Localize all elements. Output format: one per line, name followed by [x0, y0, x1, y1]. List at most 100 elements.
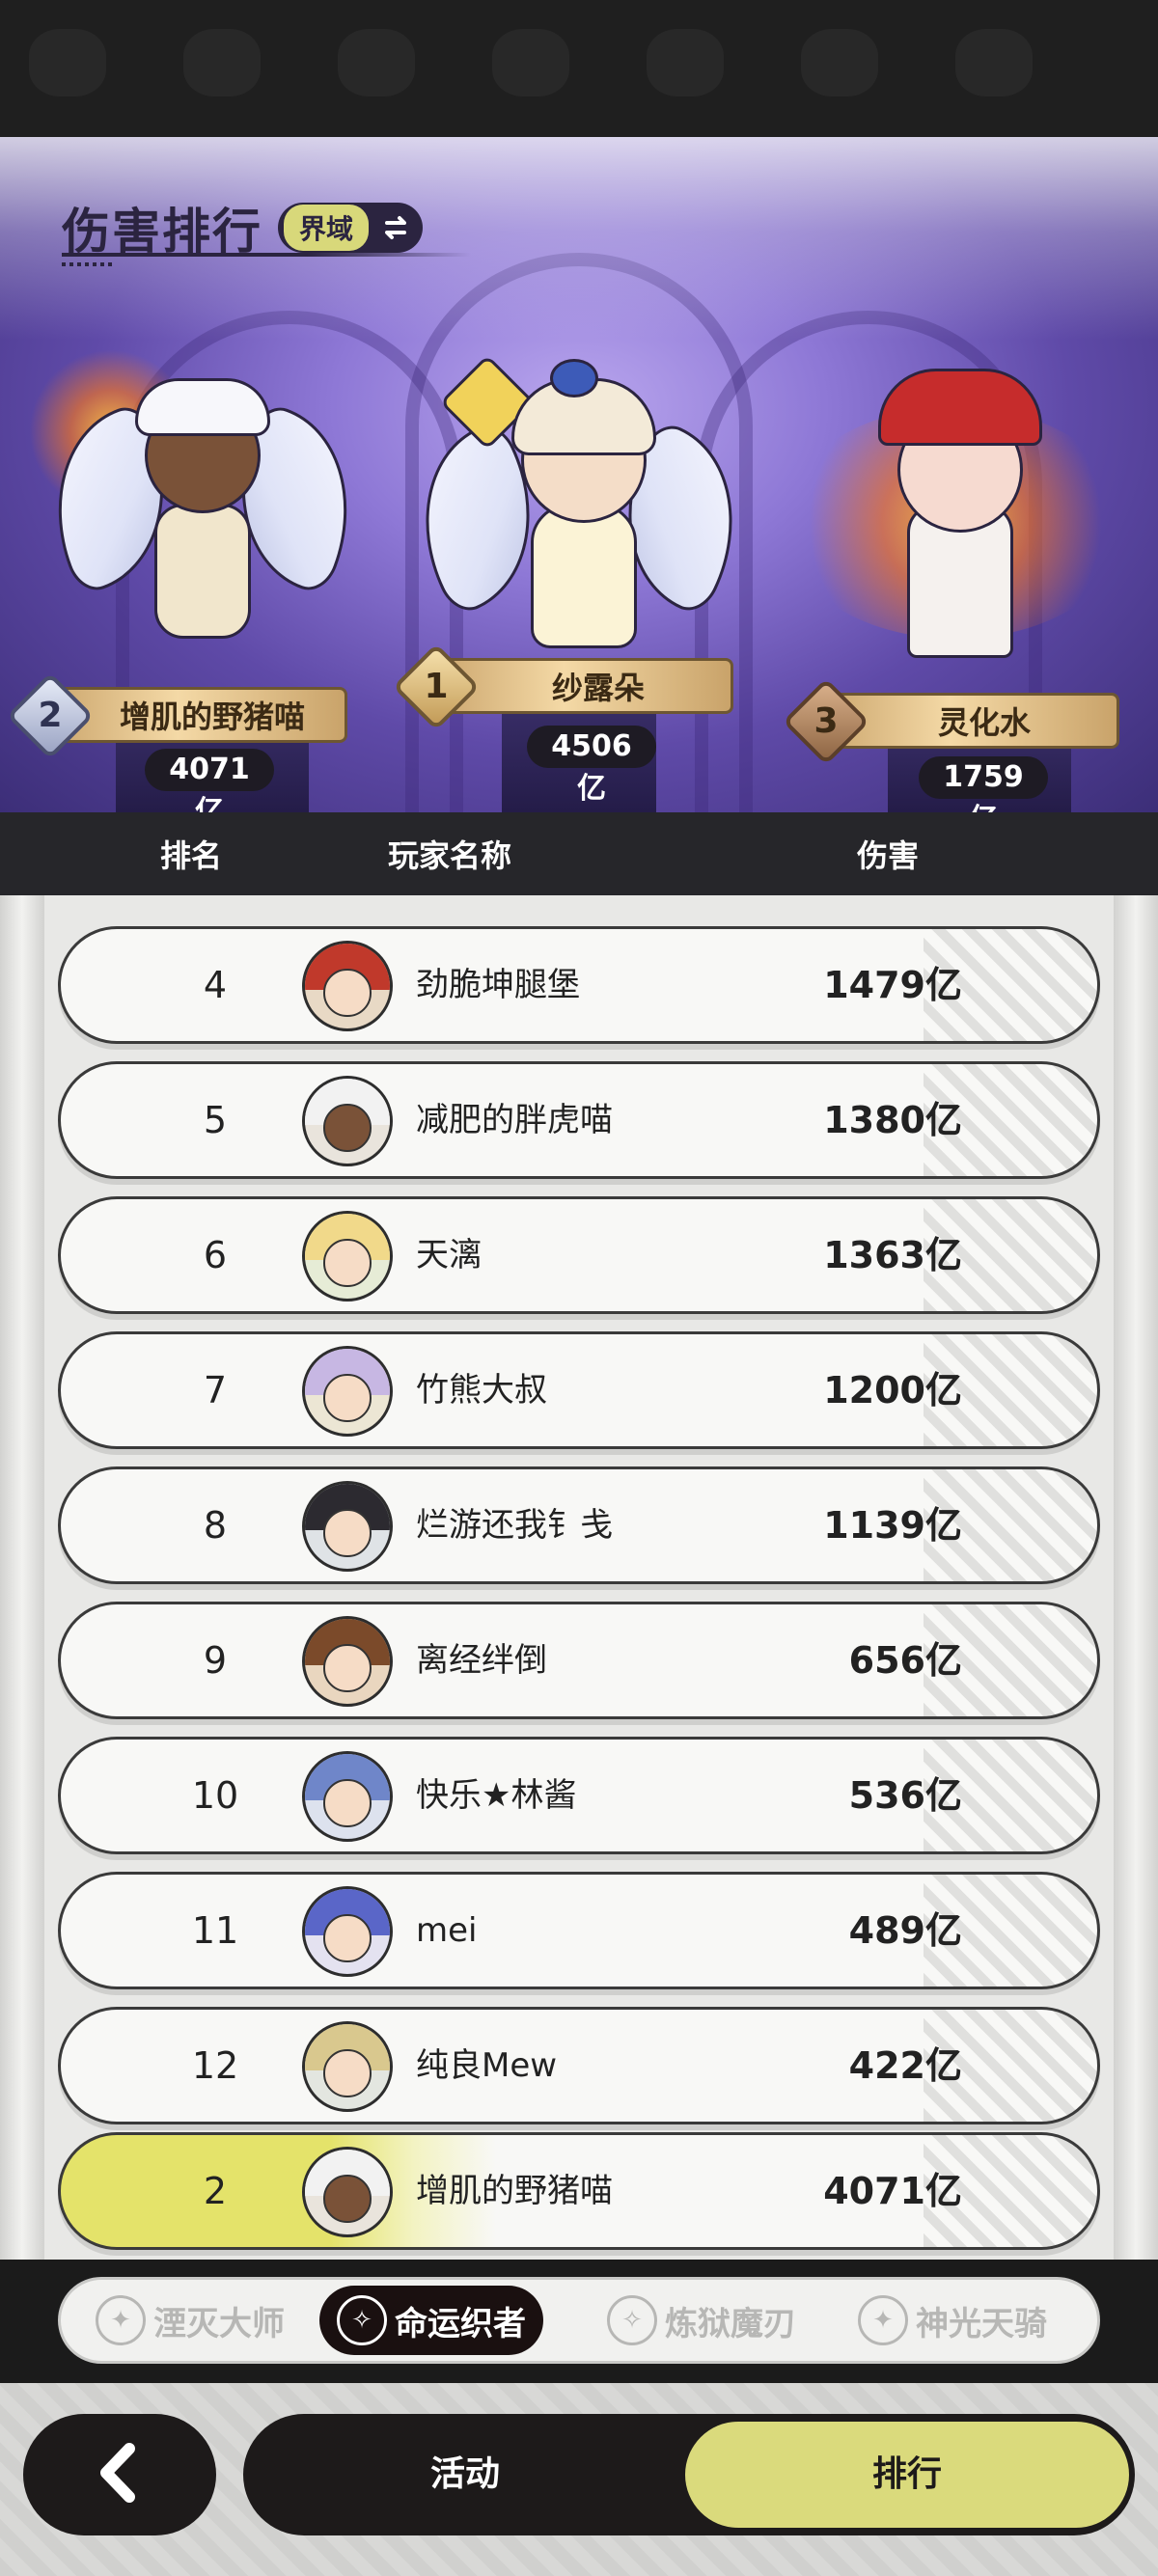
row-damage: 656亿: [848, 1639, 962, 1682]
decor-shape: [183, 29, 261, 96]
nav-pill: 活动 排行: [243, 2414, 1135, 2535]
ranking-row[interactable]: 12 纯良Mew 422亿: [58, 2007, 1100, 2124]
tab-label: 命运织者: [395, 2304, 526, 2343]
tab-purgatory-blade[interactable]: ✧ 炼狱魔刃: [590, 2286, 813, 2355]
decor-shape: [647, 29, 724, 96]
hero-first-character: [386, 330, 772, 697]
hero-body: [154, 504, 251, 639]
row-player-name: 天漓: [416, 1236, 482, 1274]
bottom-navigation: 活动 排行: [0, 2383, 1158, 2576]
row-damage: 1139亿: [823, 1504, 962, 1547]
row-damage: 422亿: [848, 2044, 962, 2087]
ranking-row[interactable]: 9 离经绊倒 656亿: [58, 1602, 1100, 1719]
column-header-player: 玩家名称: [388, 837, 512, 874]
chevron-left-icon: [91, 2439, 149, 2510]
decor-shape: [955, 29, 1033, 96]
row-damage: 1380亿: [823, 1099, 962, 1141]
podium-damage: 1759亿: [919, 756, 1048, 812]
class-tab-bar: ✦ 湮灭大师 ✧ 命运织者 ✧ 炼狱魔刃 ✦ 神光天骑: [58, 2277, 1100, 2364]
ranking-row[interactable]: 11 mei 489亿: [58, 1872, 1100, 1989]
row-player-name: 纯良Mew: [416, 2046, 558, 2085]
nav-activity-button[interactable]: 活动: [243, 2414, 687, 2535]
ranking-row[interactable]: 10 快乐★林酱 536亿: [58, 1737, 1100, 1854]
hair-bow: [550, 359, 598, 397]
hero-body: [531, 504, 637, 648]
row-rank: 2: [203, 2170, 228, 2212]
row-rank: 8: [203, 1504, 228, 1547]
purgatory-emblem-icon: ✧: [607, 2295, 657, 2345]
ranking-row[interactable]: 8 烂游还我钅戋 1139亿: [58, 1466, 1100, 1584]
decor-shape: [29, 29, 106, 96]
decor-shape: [338, 29, 415, 96]
hero-headdress: [878, 369, 1042, 446]
decor-shape: [801, 29, 878, 96]
top-decor-bar: [0, 0, 1158, 137]
tab-label: 神光天骑: [916, 2304, 1047, 2343]
avatar: [302, 1886, 393, 1977]
ranking-row[interactable]: 6 天漓 1363亿: [58, 1196, 1100, 1314]
row-rank: 10: [191, 1774, 239, 1817]
ranking-row[interactable]: 5 减肥的胖虎喵 1380亿: [58, 1061, 1100, 1179]
row-rank: 9: [203, 1639, 228, 1682]
row-damage: 1479亿: [823, 964, 962, 1006]
avatar: [302, 2021, 393, 2112]
row-rank: 5: [203, 1099, 228, 1141]
tab-annihilation-master[interactable]: ✦ 湮灭大师: [78, 2286, 302, 2355]
podium-banner: 伤害排行 界域 增肌的野猪喵 2 4071亿 纱露朵 1 4506亿 灵化水 3…: [0, 137, 1158, 812]
nav-ranking-button[interactable]: 排行: [685, 2422, 1129, 2528]
row-damage: 489亿: [848, 1909, 962, 1952]
realm-label: 界域: [284, 205, 370, 251]
knight-emblem-icon: ✦: [858, 2295, 908, 2345]
avatar: [302, 2147, 393, 2237]
my-ranking-row[interactable]: 2 增肌的野猪喵 4071亿: [58, 2132, 1100, 2250]
column-header-damage: 伤害: [857, 837, 920, 874]
title-underline: [62, 253, 471, 257]
row-player-name: 增肌的野猪喵: [416, 2172, 613, 2210]
tab-fate-weaver[interactable]: ✧ 命运织者: [319, 2286, 543, 2355]
row-player-name: 快乐★林酱: [416, 1776, 577, 1815]
annihilation-emblem-icon: ✦: [96, 2295, 146, 2345]
decor-pillar: [0, 895, 44, 2260]
row-rank: 4: [203, 964, 228, 1006]
row-rank: 6: [203, 1234, 228, 1276]
row-player-name: 烂游还我钅戋: [416, 1506, 613, 1545]
avatar: [302, 1211, 393, 1302]
tab-divine-knight[interactable]: ✦ 神光天骑: [841, 2286, 1064, 2355]
back-button[interactable]: [23, 2414, 216, 2535]
fate-emblem-icon: ✧: [337, 2295, 387, 2345]
avatar: [302, 1076, 393, 1166]
tab-label: 炼狱魔刃: [665, 2304, 796, 2343]
ranking-row[interactable]: 7 竹熊大叔 1200亿: [58, 1331, 1100, 1449]
ranking-row[interactable]: 4 劲脆坤腿堡 1479亿: [58, 926, 1100, 1044]
column-header-rank: 排名: [160, 837, 223, 874]
avatar: [302, 941, 393, 1031]
title-dots: [62, 262, 114, 266]
row-damage: 1200亿: [823, 1369, 962, 1411]
avatar: [302, 1481, 393, 1572]
avatar: [302, 1346, 393, 1437]
row-damage: 1363亿: [823, 1234, 962, 1276]
row-rank: 12: [191, 2044, 239, 2087]
hero-second-character: [23, 349, 382, 677]
swap-icon: [376, 208, 415, 247]
avatar: [302, 1616, 393, 1707]
tab-label: 湮灭大师: [153, 2304, 285, 2343]
hero-third-character: [772, 330, 1139, 697]
row-damage: 4071亿: [823, 2170, 962, 2212]
row-player-name: mei: [416, 1911, 478, 1950]
realm-toggle-button[interactable]: 界域: [278, 203, 424, 253]
decor-shape: [492, 29, 569, 96]
row-player-name: 离经绊倒: [416, 1641, 547, 1680]
table-header: 排名 玩家名称 伤害: [0, 812, 1158, 895]
row-player-name: 竹熊大叔: [416, 1371, 547, 1410]
podium-damage: 4506亿: [527, 726, 656, 806]
row-damage: 536亿: [848, 1774, 962, 1817]
row-rank: 11: [191, 1909, 239, 1952]
ranking-list-area: 4 劲脆坤腿堡 1479亿 5 减肥的胖虎喵 1380亿 6 天漓 1363亿 …: [0, 895, 1158, 2260]
decor-pillar: [1114, 895, 1158, 2260]
row-rank: 7: [203, 1369, 228, 1411]
row-player-name: 劲脆坤腿堡: [416, 966, 580, 1004]
row-player-name: 减肥的胖虎喵: [416, 1101, 613, 1139]
podium-damage: 4071亿: [145, 749, 274, 812]
avatar: [302, 1751, 393, 1842]
